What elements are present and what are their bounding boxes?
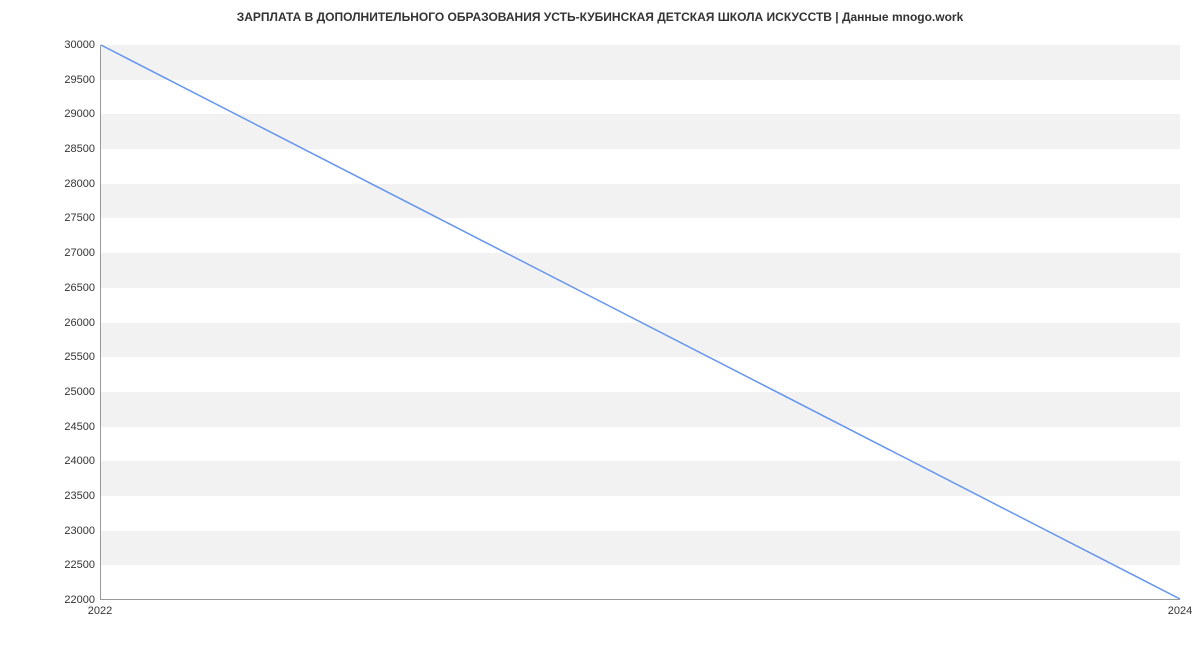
y-tick-label: 29500 xyxy=(5,74,95,86)
y-tick-label: 28500 xyxy=(5,143,95,155)
y-tick-label: 24500 xyxy=(5,421,95,433)
line-svg xyxy=(101,45,1180,599)
y-tick-label: 29000 xyxy=(5,108,95,120)
y-tick-label: 24000 xyxy=(5,455,95,467)
y-tick-label: 27500 xyxy=(5,212,95,224)
y-tick-label: 26500 xyxy=(5,282,95,294)
data-line xyxy=(101,45,1180,599)
plot-area xyxy=(100,45,1180,600)
y-tick-label: 25500 xyxy=(5,351,95,363)
y-tick-label: 26000 xyxy=(5,317,95,329)
y-tick-label: 23500 xyxy=(5,490,95,502)
y-tick-label: 22500 xyxy=(5,559,95,571)
chart-container: ЗАРПЛАТА В ДОПОЛНИТЕЛЬНОГО ОБРАЗОВАНИЯ У… xyxy=(0,0,1200,650)
y-tick-label: 22000 xyxy=(5,594,95,606)
y-tick-label: 23000 xyxy=(5,525,95,537)
x-tick-label: 2022 xyxy=(88,605,112,617)
y-tick-label: 27000 xyxy=(5,247,95,259)
y-tick-label: 28000 xyxy=(5,178,95,190)
y-tick-label: 30000 xyxy=(5,39,95,51)
chart-title: ЗАРПЛАТА В ДОПОЛНИТЕЛЬНОГО ОБРАЗОВАНИЯ У… xyxy=(0,10,1200,24)
y-tick-label: 25000 xyxy=(5,386,95,398)
x-tick-label: 2024 xyxy=(1168,605,1192,617)
